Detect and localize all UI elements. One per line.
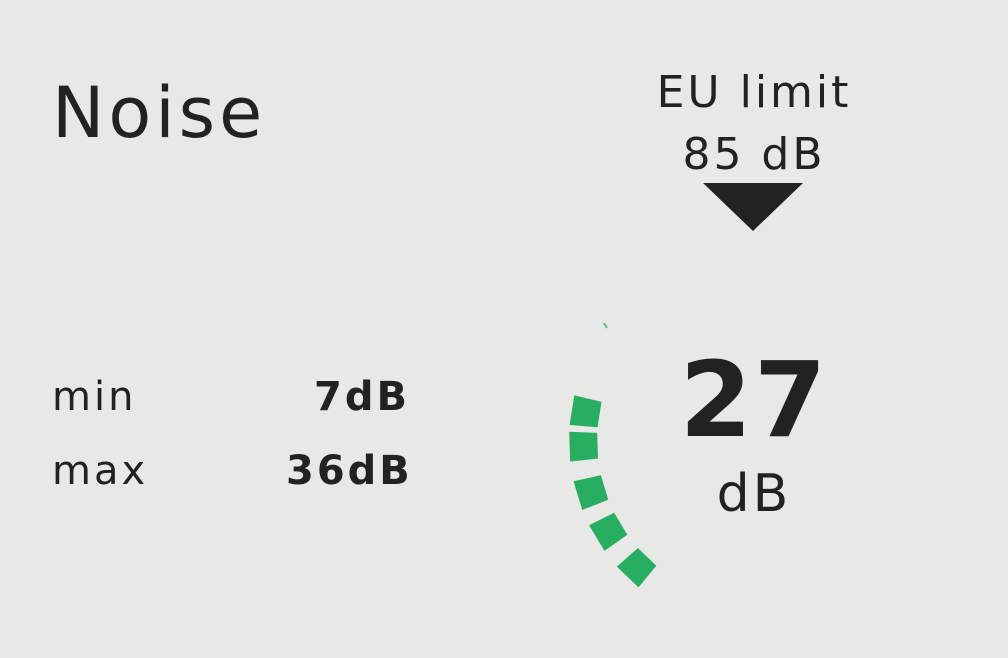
gauge-start-tick: [603, 322, 608, 329]
gauge-segment: [573, 475, 609, 510]
gauge-segment: [569, 431, 598, 462]
noise-reading: 27 dB: [664, 348, 844, 520]
noise-gauge: [569, 322, 657, 588]
gauge-segment: [616, 548, 657, 588]
gauge-segment: [589, 512, 628, 551]
gauge-segment: [569, 395, 602, 428]
reading-value: 27: [679, 339, 829, 461]
reading-unit: dB: [716, 464, 792, 524]
